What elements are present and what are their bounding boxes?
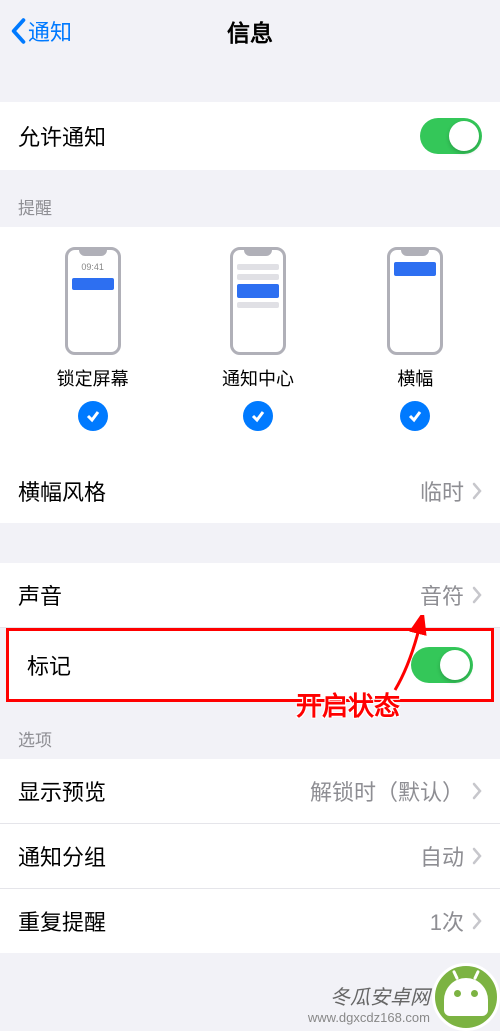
chevron-right-icon bbox=[472, 586, 482, 604]
sounds-value: 音符 bbox=[420, 579, 464, 611]
repeat-cell[interactable]: 重复提醒 1次 bbox=[0, 889, 500, 953]
back-label: 通知 bbox=[28, 15, 72, 47]
back-button[interactable]: 通知 bbox=[10, 15, 72, 47]
checkmark-icon[interactable] bbox=[78, 401, 108, 431]
alert-option-center[interactable]: 通知中心 bbox=[222, 247, 294, 431]
repeat-label: 重复提醒 bbox=[18, 905, 430, 937]
chevron-right-icon bbox=[472, 847, 482, 865]
alerts-section-header: 提醒 bbox=[0, 170, 500, 227]
alert-label-banner: 横幅 bbox=[397, 365, 433, 391]
checkmark-icon[interactable] bbox=[400, 401, 430, 431]
banner-style-label: 横幅风格 bbox=[18, 475, 420, 507]
watermark-url: www.dgxcdz168.com bbox=[308, 1010, 430, 1025]
chevron-right-icon bbox=[472, 782, 482, 800]
chevron-left-icon bbox=[10, 18, 26, 44]
banner-style-cell[interactable]: 横幅风格 临时 bbox=[0, 459, 500, 523]
highlighted-annotation-box: 标记 bbox=[6, 628, 494, 702]
grouping-cell[interactable]: 通知分组 自动 bbox=[0, 824, 500, 889]
allow-notifications-cell[interactable]: 允许通知 bbox=[0, 102, 500, 170]
banner-preview-icon bbox=[387, 247, 443, 355]
alert-label-center: 通知中心 bbox=[222, 365, 294, 391]
banner-style-value: 临时 bbox=[420, 475, 464, 507]
lockscreen-preview-icon: 09:41 bbox=[65, 247, 121, 355]
checkmark-icon[interactable] bbox=[243, 401, 273, 431]
watermark-logo-icon bbox=[432, 963, 500, 1031]
alerts-container: 09:41 锁定屏幕 通知中心 横幅 bbox=[0, 227, 500, 459]
header-bar: 通知 信息 bbox=[0, 0, 500, 62]
sounds-cell[interactable]: 声音 音符 bbox=[0, 563, 500, 628]
badges-toggle[interactable] bbox=[411, 647, 473, 683]
page-title: 信息 bbox=[227, 14, 273, 48]
alert-label-lockscreen: 锁定屏幕 bbox=[57, 365, 129, 391]
show-previews-label: 显示预览 bbox=[18, 775, 310, 807]
sounds-label: 声音 bbox=[18, 579, 420, 611]
watermark: 冬瓜安卓网 www.dgxcdz168.com bbox=[308, 963, 500, 1031]
show-previews-value: 解锁时（默认） bbox=[310, 775, 464, 807]
allow-notifications-label: 允许通知 bbox=[18, 120, 420, 152]
allow-notifications-toggle[interactable] bbox=[420, 118, 482, 154]
grouping-label: 通知分组 bbox=[18, 840, 420, 872]
repeat-value: 1次 bbox=[430, 905, 464, 937]
options-section-header: 选项 bbox=[0, 702, 500, 759]
badges-cell[interactable]: 标记 bbox=[9, 631, 491, 699]
alert-option-lockscreen[interactable]: 09:41 锁定屏幕 bbox=[57, 247, 129, 431]
grouping-value: 自动 bbox=[420, 840, 464, 872]
chevron-right-icon bbox=[472, 912, 482, 930]
chevron-right-icon bbox=[472, 482, 482, 500]
alert-option-banner[interactable]: 横幅 bbox=[387, 247, 443, 431]
badges-label: 标记 bbox=[27, 649, 411, 681]
watermark-name: 冬瓜安卓网 bbox=[308, 981, 430, 1010]
show-previews-cell[interactable]: 显示预览 解锁时（默认） bbox=[0, 759, 500, 824]
center-preview-icon bbox=[230, 247, 286, 355]
